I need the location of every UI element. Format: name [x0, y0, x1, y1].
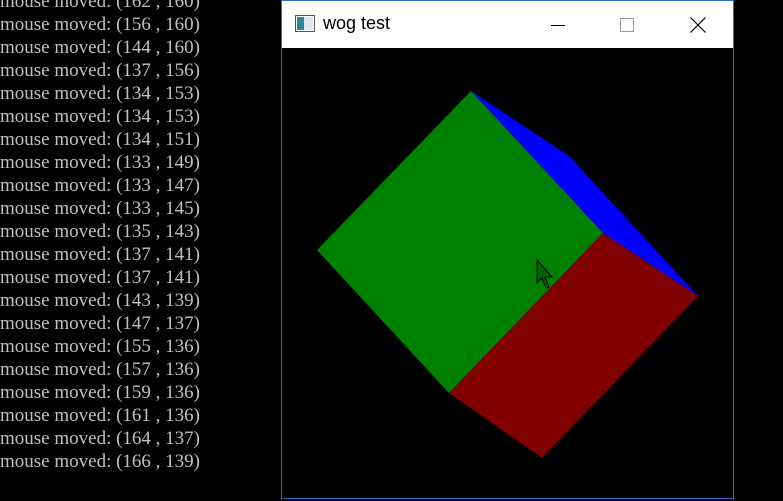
console-line: mouse moved: (133 , 147): [0, 175, 201, 196]
console-line: mouse moved: (134 , 153): [0, 83, 201, 104]
app-window: wog test: [281, 0, 734, 499]
close-button[interactable]: [675, 1, 721, 48]
minimize-button[interactable]: [535, 1, 581, 48]
console-line: mouse moved: (137 , 156): [0, 60, 201, 81]
console-output: mouse moved: (162 , 160) mouse moved: (15…: [0, 0, 280, 501]
console-line: mouse moved: (135 , 143): [0, 221, 201, 242]
console-line: mouse moved: (133 , 149): [0, 152, 201, 173]
console-line: mouse moved: (155 , 136): [0, 336, 201, 357]
console-line: mouse moved: (134 , 153): [0, 106, 201, 127]
console-line: mouse moved: (137 , 141): [0, 244, 201, 265]
console-line: mouse moved: (161 , 136): [0, 405, 201, 426]
console-line: mouse moved: (156 , 160): [0, 14, 201, 35]
console-line: mouse moved: (147 , 137): [0, 313, 201, 334]
console-line: mouse moved: (164 , 137): [0, 428, 201, 449]
minimize-icon: [551, 24, 565, 26]
maximize-icon: [620, 17, 634, 32]
console-line: mouse moved: (166 , 139): [0, 451, 201, 472]
console-line: mouse moved: (137 , 141): [0, 267, 201, 288]
console-line: mouse moved: (133 , 145): [0, 198, 201, 219]
render-canvas[interactable]: [282, 48, 733, 498]
close-icon: [690, 16, 706, 33]
desktop: mouse moved: (162 , 160) mouse moved: (15…: [0, 0, 783, 501]
title-bar[interactable]: wog test: [282, 1, 733, 48]
console-line: mouse moved: (134 , 151): [0, 129, 201, 150]
window-title: wog test: [323, 13, 391, 33]
console-line: mouse moved: (162 , 160): [0, 0, 201, 12]
console-line: mouse moved: (144 , 160): [0, 37, 201, 58]
console-line: mouse moved: (157 , 136): [0, 359, 201, 380]
console-line: mouse moved: (143 , 139): [0, 290, 201, 311]
maximize-button[interactable]: [604, 1, 650, 48]
console-line: mouse moved: (159 , 136): [0, 382, 201, 403]
app-window-icon: [295, 15, 315, 32]
